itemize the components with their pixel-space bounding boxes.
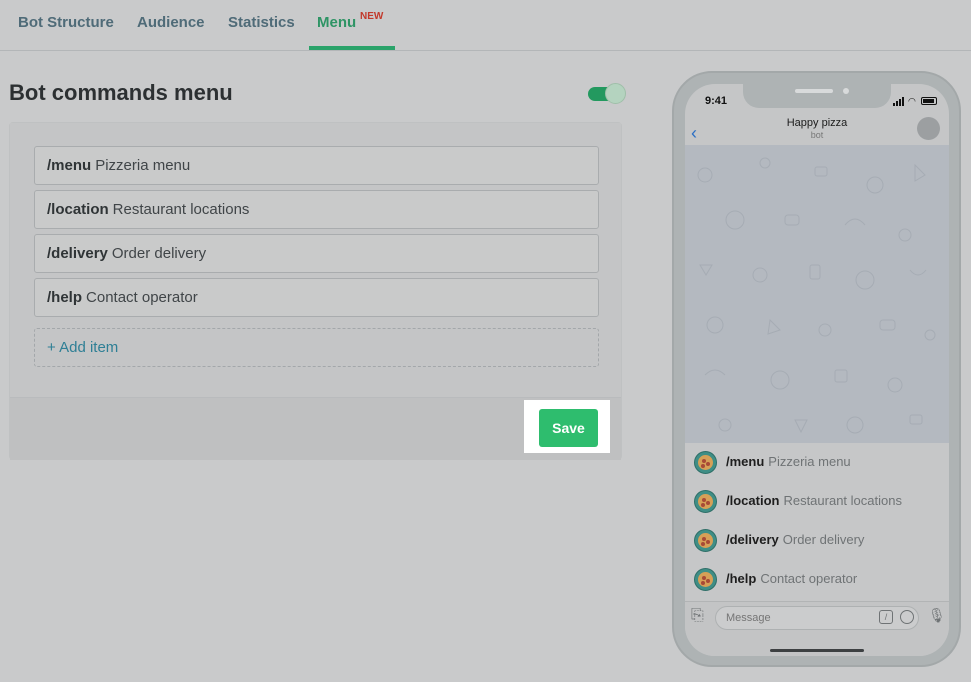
tab-statistics[interactable]: Statistics (228, 14, 295, 31)
signal-bar-icon (893, 103, 895, 106)
pizza-avatar-icon (694, 490, 717, 513)
add-item-button[interactable]: + Add item (34, 328, 599, 367)
command-name: /location (47, 201, 109, 218)
wifi-icon: ◠ (908, 96, 916, 106)
phone-command-description: Order delivery (782, 532, 865, 547)
phone-menu-item-menu[interactable]: /menu Pizzeria menu (685, 443, 949, 482)
command-item-menu[interactable]: /menu Pizzeria menu (34, 146, 599, 185)
status-time: 9:41 (705, 95, 728, 107)
pizza-avatar-icon (694, 529, 717, 552)
command-description: Pizzeria menu (95, 157, 191, 174)
command-description: Contact operator (86, 289, 198, 306)
battery-icon (921, 97, 937, 105)
command-item-location[interactable]: /location Restaurant locations (34, 190, 599, 229)
menu-enabled-toggle[interactable] (588, 83, 626, 105)
front-camera (843, 88, 849, 94)
pizza-avatar-icon (694, 451, 717, 474)
phone-command-name: /help (726, 571, 757, 586)
command-name: /menu (47, 157, 92, 174)
phone-command-description: Pizzeria menu (768, 454, 851, 469)
new-badge: NEW (360, 11, 384, 22)
command-description: Restaurant locations (112, 201, 250, 218)
command-name: /help (47, 289, 83, 306)
phone-menu-item-text: /location Restaurant locations (726, 493, 902, 508)
signal-bar-icon (896, 101, 898, 106)
phone-menu-item-text: /menu Pizzeria menu (726, 454, 851, 469)
phone-menu-item-text: /help Contact operator (726, 571, 857, 586)
phone-menu-item-text: /delivery Order delivery (726, 532, 864, 547)
slash-command-icon[interactable]: / (879, 610, 893, 624)
command-item-delivery[interactable]: /delivery Order delivery (34, 234, 599, 273)
phone-command-description: Contact operator (760, 571, 858, 586)
command-item-help[interactable]: /help Contact operator (34, 278, 599, 317)
bot-name: Happy pizza (786, 117, 848, 129)
pizza-avatar-icon (694, 568, 717, 591)
signal-bar-icon (899, 99, 901, 106)
top-tab-bar: Bot Structure Audience Statistics Menu N… (0, 0, 971, 51)
commands-list: /menu Pizzeria menu /location Restaurant l… (10, 123, 621, 397)
command-name: /delivery (47, 245, 108, 262)
doodle-pattern (697, 157, 936, 434)
tab-audience[interactable]: Audience (137, 14, 205, 31)
phone-menu-item-help[interactable]: /help Contact operator (685, 560, 949, 599)
bot-subtitle: bot (810, 130, 824, 140)
signal-bar-icon (902, 97, 904, 106)
command-description: Order delivery (111, 245, 207, 262)
bot-command-menu: /menu Pizzeria menu /location Restaurant l… (685, 443, 949, 601)
phone-preview: 9:41 ◠ ‹ Happy pizza bot /menu Pizzeria … (672, 71, 961, 667)
phone-command-description: Restaurant locations (783, 493, 902, 508)
speaker-grille (795, 89, 833, 93)
microphone-icon[interactable]: 🎙︎ (928, 607, 946, 624)
paperclip-icon[interactable]: ⎘ (691, 607, 704, 625)
status-icons: ◠ (893, 96, 941, 106)
chat-header: ‹ Happy pizza bot (685, 115, 949, 145)
save-button[interactable]: Save (539, 409, 598, 447)
home-indicator (770, 649, 864, 652)
active-tab-indicator (309, 46, 395, 50)
phone-command-name: /menu (726, 454, 765, 469)
phone-command-name: /delivery (726, 532, 779, 547)
chat-background (685, 145, 949, 443)
tab-bot-structure[interactable]: Bot Structure (18, 14, 114, 31)
message-input-bar: ⎘ / 🎙︎ (685, 601, 949, 656)
page-title: Bot commands menu (9, 80, 233, 105)
phone-menu-item-location[interactable]: /location Restaurant locations (685, 482, 949, 521)
toggle-knob (605, 83, 626, 104)
phone-command-name: /location (726, 493, 780, 508)
tab-menu[interactable]: Menu (317, 14, 356, 31)
bot-avatar[interactable] (917, 117, 940, 140)
phone-notch (743, 84, 891, 108)
phone-menu-item-delivery[interactable]: /delivery Order delivery (685, 521, 949, 560)
sticker-icon[interactable] (900, 610, 914, 624)
phone-screen: 9:41 ◠ ‹ Happy pizza bot /menu Pizzeria … (685, 84, 949, 656)
